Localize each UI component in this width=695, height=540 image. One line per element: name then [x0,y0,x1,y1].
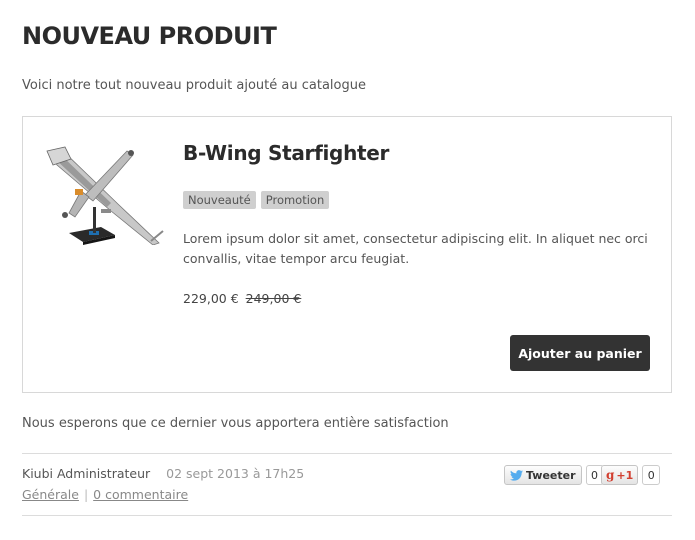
google-plus-icon: g [606,468,615,482]
price-row: 229,00 € 249,00 € [183,291,301,306]
category-link[interactable]: Générale [22,487,79,502]
page-title: NOUVEAU PRODUIT [22,22,277,50]
comments-link[interactable]: 0 commentaire [93,487,188,502]
gplus-share: g +1 0 [601,465,661,485]
add-to-cart-button[interactable]: Ajouter au panier [510,335,650,371]
link-separator: | [83,487,89,502]
post-links: Générale | 0 commentaire [22,487,188,502]
tweet-button[interactable]: Tweeter [504,465,582,485]
author-name: Kiubi Administrateur [22,466,151,481]
badge-promotion: Promotion [260,191,330,209]
gplus-count: 0 [642,465,661,485]
current-price: 229,00 € [183,291,239,306]
divider-bottom [22,515,672,516]
gplus-label: +1 [616,468,634,482]
outro-text: Nous esperons que ce dernier vous apport… [22,416,449,431]
product-badges: Nouveauté Promotion [183,191,330,209]
old-price: 249,00 € [245,291,302,306]
product-description: Lorem ipsum dolor sit amet, consectetur … [183,231,648,266]
twitter-share: Tweeter 0 [504,465,604,485]
twitter-bird-icon [510,469,523,481]
badge-new: Nouveauté [183,191,256,209]
post-meta: Kiubi Administrateur 02 sept 2013 à 17h2… [22,466,304,481]
product-name[interactable]: B-Wing Starfighter [183,141,389,165]
product-card: B-Wing Starfighter Nouveauté Promotion L… [22,116,672,393]
tweet-label: Tweeter [526,468,576,482]
divider-top [22,453,672,454]
gplus-button[interactable]: g +1 [601,465,639,485]
intro-text: Voici notre tout nouveau produit ajouté … [22,78,366,93]
starship-model-icon[interactable] [41,145,167,246]
post-date: 02 sept 2013 à 17h25 [166,466,305,481]
